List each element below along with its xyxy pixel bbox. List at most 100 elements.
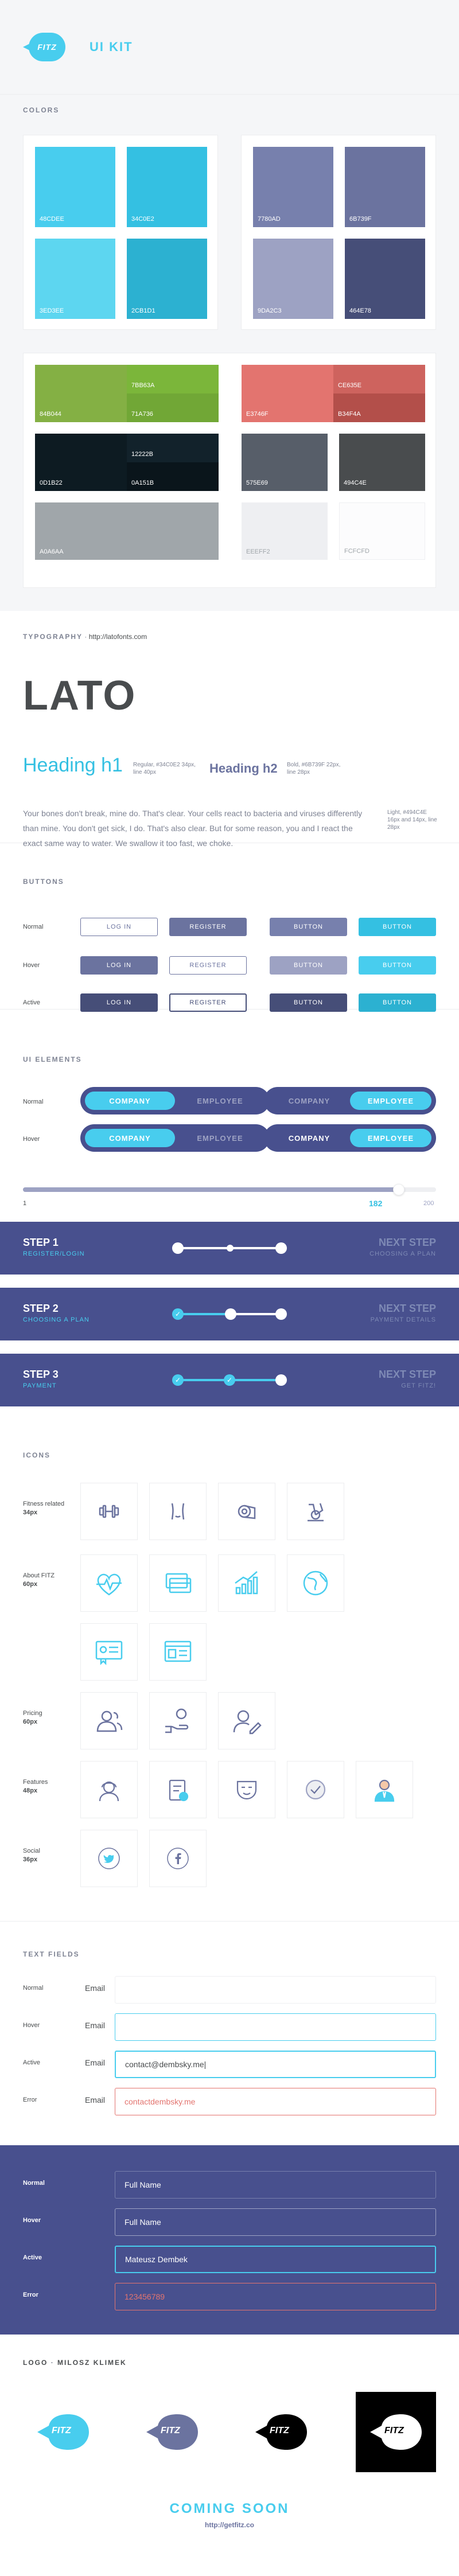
name-field-value: Mateusz Dembek [125,2255,188,2264]
email-label: Email [85,2058,106,2067]
icon-tile-twitter[interactable] [80,1830,138,1887]
typography-section: TYPOGRAPHY · http://latofonts.com LATO H… [0,611,459,848]
step-title: STEP 2 [23,1303,59,1314]
icon-tile-users [80,1692,138,1749]
toggle-option-company[interactable]: COMPANY [85,1129,175,1147]
button-blue-normal[interactable]: BUTTON [359,918,436,936]
lato-link[interactable]: http://latofonts.com [89,633,147,641]
swatch-9da2c3: 9DA2C3 [253,239,333,319]
swatch-b34f4a: B34F4A [333,393,425,422]
logo-heading-row: LOGO · MILOSZ KLIMEK [23,2359,127,2367]
icon-tile-dumbbell [80,1483,138,1540]
swatch-84b044: 84B044 [35,365,127,422]
typography-heading-row: TYPOGRAPHY · http://latofonts.com [23,633,436,641]
button-blue-active[interactable]: BUTTON [359,993,436,1012]
segmented-toggle-employee-hover[interactable]: COMPANY EMPLOYEE [264,1124,436,1152]
segmented-toggle-company-hover[interactable]: COMPANY EMPLOYEE [80,1124,270,1152]
progress-dot-current [172,1242,184,1254]
button-purple-hover[interactable]: BUTTON [270,956,347,975]
name-field-error[interactable]: 123456789 [115,2283,436,2310]
support-agent-icon [99,1781,119,1802]
segmented-toggle-employee-normal[interactable]: COMPANY EMPLOYEE [264,1087,436,1114]
next-step-subtitle: PAYMENT DETAILS [370,1316,436,1323]
icon-tile-support [80,1761,138,1818]
stepper-step-3: STEP 3 PAYMENT ✓ ✓ NEXT STEP GET FITZ! [0,1354,459,1406]
logo-section: LOGO · MILOSZ KLIMEK FITZ FITZ FITZ FITZ… [0,2335,459,2547]
email-field-normal[interactable] [115,1976,436,2004]
slider-min-label: 1 [23,1200,27,1207]
heading-h1-sample: Heading h1 [23,754,123,776]
slider-handle[interactable] [393,1184,404,1195]
progress-dot-current [225,1308,236,1320]
name-field-hover[interactable]: Full Name [115,2208,436,2236]
blue-color-card: 48CDEE 34C0E2 3ED3EE 2CB1D1 [23,135,218,330]
icon-tile-globe [287,1554,344,1612]
toggle-option-company[interactable]: COMPANY [269,1129,350,1147]
exercise-bike-icon [308,1503,324,1522]
range-slider[interactable] [23,1184,436,1195]
check-circle-icon [305,1779,326,1800]
step-progress: ✓ ✓ [172,1373,287,1387]
body-meta: Light, #494C4E 16px and 14px, line 28px [387,809,437,831]
logo-separator: · [50,2359,58,2367]
register-button-hover[interactable]: REGISTER [169,956,247,975]
logo-text: FITZ [52,2426,71,2435]
footer-url[interactable]: http://getfitz.co [0,2521,459,2529]
swatch-e3746f: E3746F [242,365,333,422]
register-button-active[interactable]: REGISTER [169,993,247,1012]
typography-separator: · [84,633,89,641]
check-icon: ✓ [172,1374,184,1386]
icons-section: ICONS Fitness related 34px About FITZ 60px [0,1451,459,1922]
email-field-error[interactable]: contactdembsky.me [115,2088,436,2115]
buttons-label: BUTTONS [23,878,64,886]
toggle-option-employee[interactable]: EMPLOYEE [175,1129,265,1147]
login-button-normal[interactable]: LOG IN [80,918,158,936]
globe-icon [303,1570,328,1596]
icon-tile-certificate [80,1623,138,1681]
step-title: STEP 1 [23,1237,59,1248]
email-field-active[interactable]: contact@dembsky.me| [115,2051,436,2078]
swatch-a0a6aa: A0A6AA [35,502,219,560]
user-edit-icon [233,1710,262,1735]
logo-variant-purple: FITZ [132,2392,212,2472]
toggle-option-employee[interactable]: EMPLOYEE [350,1129,431,1147]
swatch-ce635e: CE635E [333,365,425,393]
name-field-active[interactable]: Mateusz Dembek [115,2246,436,2273]
text-fields-label: TEXT FIELDS [23,1950,80,1958]
name-field-normal[interactable]: Full Name [115,2171,436,2199]
icon-group-about: About FITZ 60px [23,1572,55,1588]
icons-label: ICONS [23,1451,51,1459]
register-button-normal[interactable]: REGISTER [169,918,247,936]
login-button-hover[interactable]: LOG IN [80,956,158,975]
icon-tile-bike [287,1483,344,1540]
progress-dot [275,1242,287,1254]
text-fields-dark-section: Normal Full Name Hover Full Name Active … [0,2145,459,2335]
toggle-option-company[interactable]: COMPANY [85,1092,175,1110]
dark-field-row-hover: Hover [23,2217,41,2224]
next-step-label: NEXT STEP [378,1369,436,1380]
swatch-0d1b22: 0D1B22 [35,434,127,491]
icon-tile-facebook[interactable] [149,1830,207,1887]
button-blue-hover[interactable]: BUTTON [359,956,436,975]
stepper-step-2: STEP 2 CHOOSING A PLAN ✓ NEXT STEP PAYME… [0,1288,459,1340]
facebook-icon[interactable] [166,1847,189,1870]
swatch-48cdee: 48CDEE [35,147,115,227]
swatch-34c0e2: 34C0E2 [127,147,207,227]
credit-cards-icon [165,1573,192,1593]
toggle-option-employee[interactable]: EMPLOYEE [175,1092,265,1110]
twitter-icon[interactable] [98,1847,120,1870]
buttons-section: BUTTONS Normal LOG IN REGISTER BUTTON BU… [0,843,459,1012]
progress-track-done [178,1313,230,1315]
users-icon [96,1710,123,1732]
button-purple-normal[interactable]: BUTTON [270,918,347,936]
login-button-active[interactable]: LOG IN [80,993,158,1012]
ui-row-normal: Normal [23,1098,44,1105]
toggle-option-employee[interactable]: EMPLOYEE [350,1092,431,1110]
button-purple-active[interactable]: BUTTON [270,993,347,1012]
check-icon: ✓ [224,1374,235,1386]
next-step-subtitle: GET FITZ! [401,1382,436,1389]
toggle-option-company[interactable]: COMPANY [269,1092,350,1110]
colors-label: COLORS [23,106,60,114]
segmented-toggle-company-normal[interactable]: COMPANY EMPLOYEE [80,1087,270,1114]
email-field-hover[interactable] [115,2013,436,2041]
